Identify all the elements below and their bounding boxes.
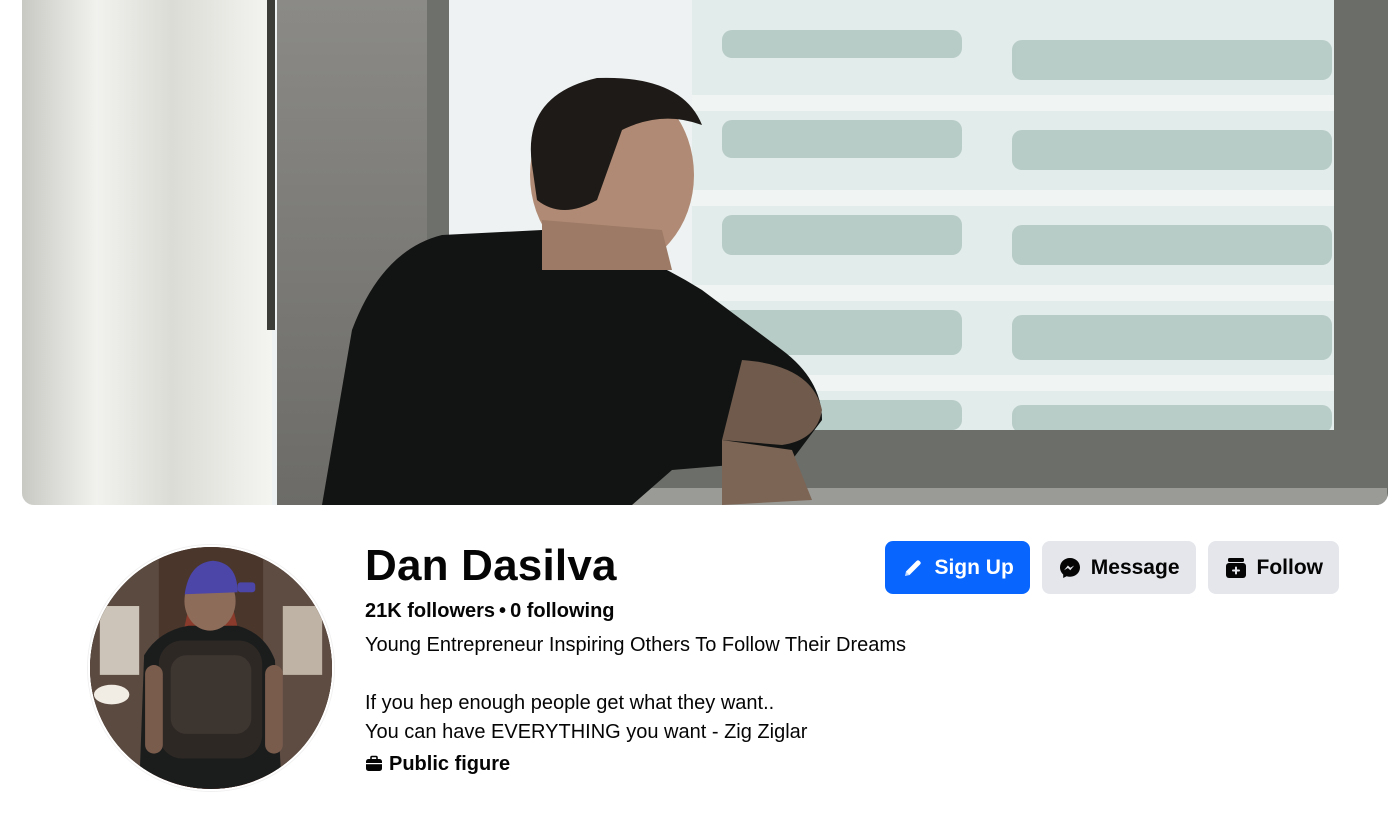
cover-photo[interactable] — [22, 0, 1388, 505]
follow-counts: 21K followers • 0 following — [365, 598, 1005, 624]
profile-actions: Sign Up Message Follow — [885, 541, 1339, 594]
avatar-image — [90, 547, 332, 789]
briefcase-icon — [365, 755, 383, 773]
profile-category: Public figure — [365, 749, 1005, 779]
sign-up-button[interactable]: Sign Up — [885, 541, 1030, 594]
followers-link[interactable]: 21K followers — [365, 600, 495, 622]
follow-label: Follow — [1256, 555, 1324, 579]
pencil-icon — [901, 556, 925, 580]
profile-picture[interactable] — [88, 545, 334, 791]
following-link[interactable]: 0 following — [510, 600, 614, 622]
message-label: Message — [1090, 555, 1180, 579]
sign-up-label: Sign Up — [934, 555, 1014, 579]
profile-bio: Young Entrepreneur Inspiring Others To F… — [365, 634, 907, 743]
cover-image — [22, 0, 1388, 505]
count-separator: • — [499, 600, 507, 622]
follow-button[interactable]: Follow — [1207, 541, 1339, 594]
messenger-icon — [1058, 556, 1082, 580]
message-button[interactable]: Message — [1041, 541, 1196, 594]
follow-add-icon — [1224, 556, 1248, 580]
category-label: Public figure — [389, 753, 511, 775]
